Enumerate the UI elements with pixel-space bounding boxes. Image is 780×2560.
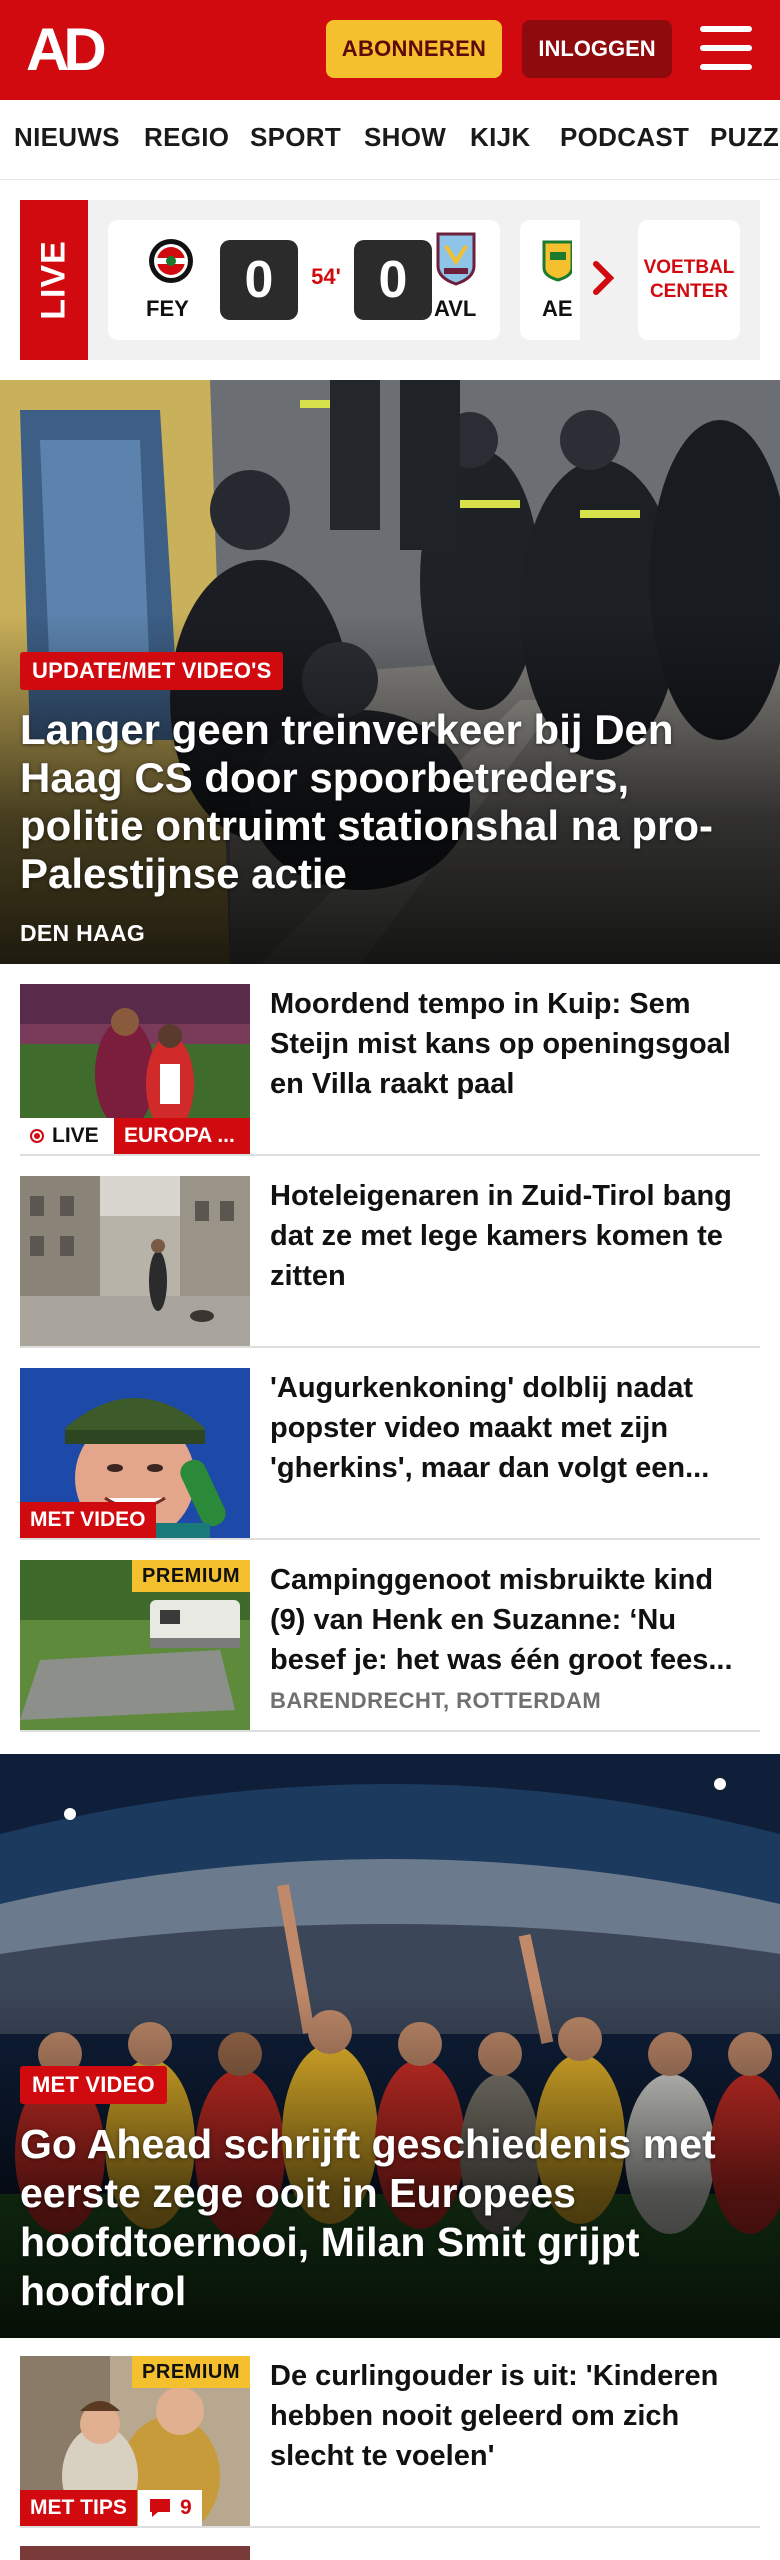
article-title[interactable]: 'Augurkenkoning' dolblij nadat popster v…	[270, 1368, 750, 1488]
category-badge: EUROPA ...	[114, 1118, 250, 1154]
main-nav: NIEUWS REGIO SPORT SHOW KIJK PODCAST PUZ…	[0, 100, 780, 180]
aston-villa-crest-icon	[436, 232, 476, 286]
away-team-code: AVL	[434, 296, 477, 321]
home-score: 0	[220, 240, 298, 320]
nav-item-kijk[interactable]: KIJK	[470, 122, 530, 153]
home-team-code: FEY	[146, 296, 189, 321]
nav-item-puzzel[interactable]: PUZZ	[710, 122, 779, 153]
chevron-right-icon[interactable]	[590, 258, 618, 298]
nav-item-show[interactable]: SHOW	[364, 122, 446, 153]
list-item[interactable]: LIVE EUROPA ... Moordend tempo in Kuip: …	[20, 984, 760, 1156]
tips-badge: MET TIPS	[20, 2490, 137, 2526]
ado-den-haag-crest-icon	[542, 240, 572, 282]
nav-item-podcast[interactable]: PODCAST	[560, 122, 689, 153]
article-thumbnail: PREMIUM MET TIPS 9	[20, 2356, 250, 2526]
ad-logo[interactable]: AD	[26, 20, 116, 80]
article-thumbnail: PREMIUM	[20, 1560, 250, 1730]
match-minute: 54'	[311, 264, 341, 289]
article-location: BARENDRECHT, ROTTERDAM	[270, 1688, 602, 1713]
article-title[interactable]: Moordend tempo in Kuip: Sem Steijn mist …	[270, 984, 750, 1104]
hamburger-menu-icon[interactable]	[700, 26, 752, 70]
video-badge: MET VIDEO	[20, 1502, 156, 1538]
article-title[interactable]: Hoteleigenaren in Zuid-Tirol bang dat ze…	[270, 1176, 750, 1296]
article-title[interactable]: De curlingouder is uit: 'Kinderen hebben…	[270, 2356, 750, 2476]
premium-badge: PREMIUM	[132, 2356, 250, 2388]
list-item[interactable]: PREMIUM MET TIPS 9 De curlingouder is ui…	[20, 2356, 760, 2528]
hero-title[interactable]: Langer geen treinverkeer bij Den Haag CS…	[20, 706, 760, 898]
next-article-thumbnail	[20, 2546, 250, 2560]
premium-badge: PREMIUM	[132, 1560, 250, 1592]
list-item[interactable]: MET VIDEO 'Augurkenkoning' dolblij nadat…	[20, 1368, 760, 1540]
article-thumbnail: MET VIDEO	[20, 1368, 250, 1538]
comment-count[interactable]: 9	[138, 2490, 202, 2526]
away-score: 0	[354, 240, 432, 320]
voetbal-center-button[interactable]: VOETBAL CENTER	[638, 220, 740, 340]
nav-item-nieuws[interactable]: NIEUWS	[14, 122, 120, 153]
subscribe-button[interactable]: ABONNEREN	[326, 20, 502, 78]
list-item[interactable]: Hoteleigenaren in Zuid-Tirol bang dat ze…	[20, 1176, 760, 1348]
list-item[interactable]: PREMIUM Campinggenoot misbruikte kind (9…	[20, 1560, 760, 1732]
hero-article-2[interactable]: MET VIDEO Go Ahead schrijft geschiedenis…	[0, 1754, 780, 2338]
hero-title[interactable]: Go Ahead schrijft geschiedenis met eerst…	[20, 2120, 760, 2316]
nav-item-regio[interactable]: REGIO	[144, 122, 229, 153]
street-image	[20, 1176, 250, 1346]
live-indicator: LIVE	[20, 1118, 114, 1154]
match-card[interactable]: FEY 0 54' 0 AVL	[108, 220, 500, 340]
comment-icon	[150, 2499, 170, 2517]
article-title[interactable]: Campinggenoot misbruikte kind (9) van He…	[270, 1560, 750, 1680]
live-scores-bar: LIVE FEY 0 54' 0 AVL AE VOETBAL CENTER	[20, 200, 760, 360]
next-team-code: AE	[542, 296, 573, 321]
hero-location: DEN HAAG	[20, 920, 146, 946]
article-thumbnail: LIVE EUROPA ...	[20, 984, 250, 1154]
nav-item-sport[interactable]: SPORT	[250, 122, 341, 153]
site-header: AD ABONNEREN INLOGGEN	[0, 0, 780, 100]
article-thumbnail	[20, 1176, 250, 1346]
hero-badge: UPDATE/MET VIDEO'S	[20, 652, 284, 690]
hero-badge: MET VIDEO	[20, 2066, 167, 2104]
live-label: LIVE	[20, 200, 88, 360]
hero-article[interactable]: UPDATE/MET VIDEO'S Langer geen treinverk…	[0, 380, 780, 964]
next-match-card[interactable]: AE	[520, 220, 580, 340]
feyenoord-crest-icon	[149, 239, 193, 283]
login-button[interactable]: INLOGGEN	[522, 20, 672, 78]
